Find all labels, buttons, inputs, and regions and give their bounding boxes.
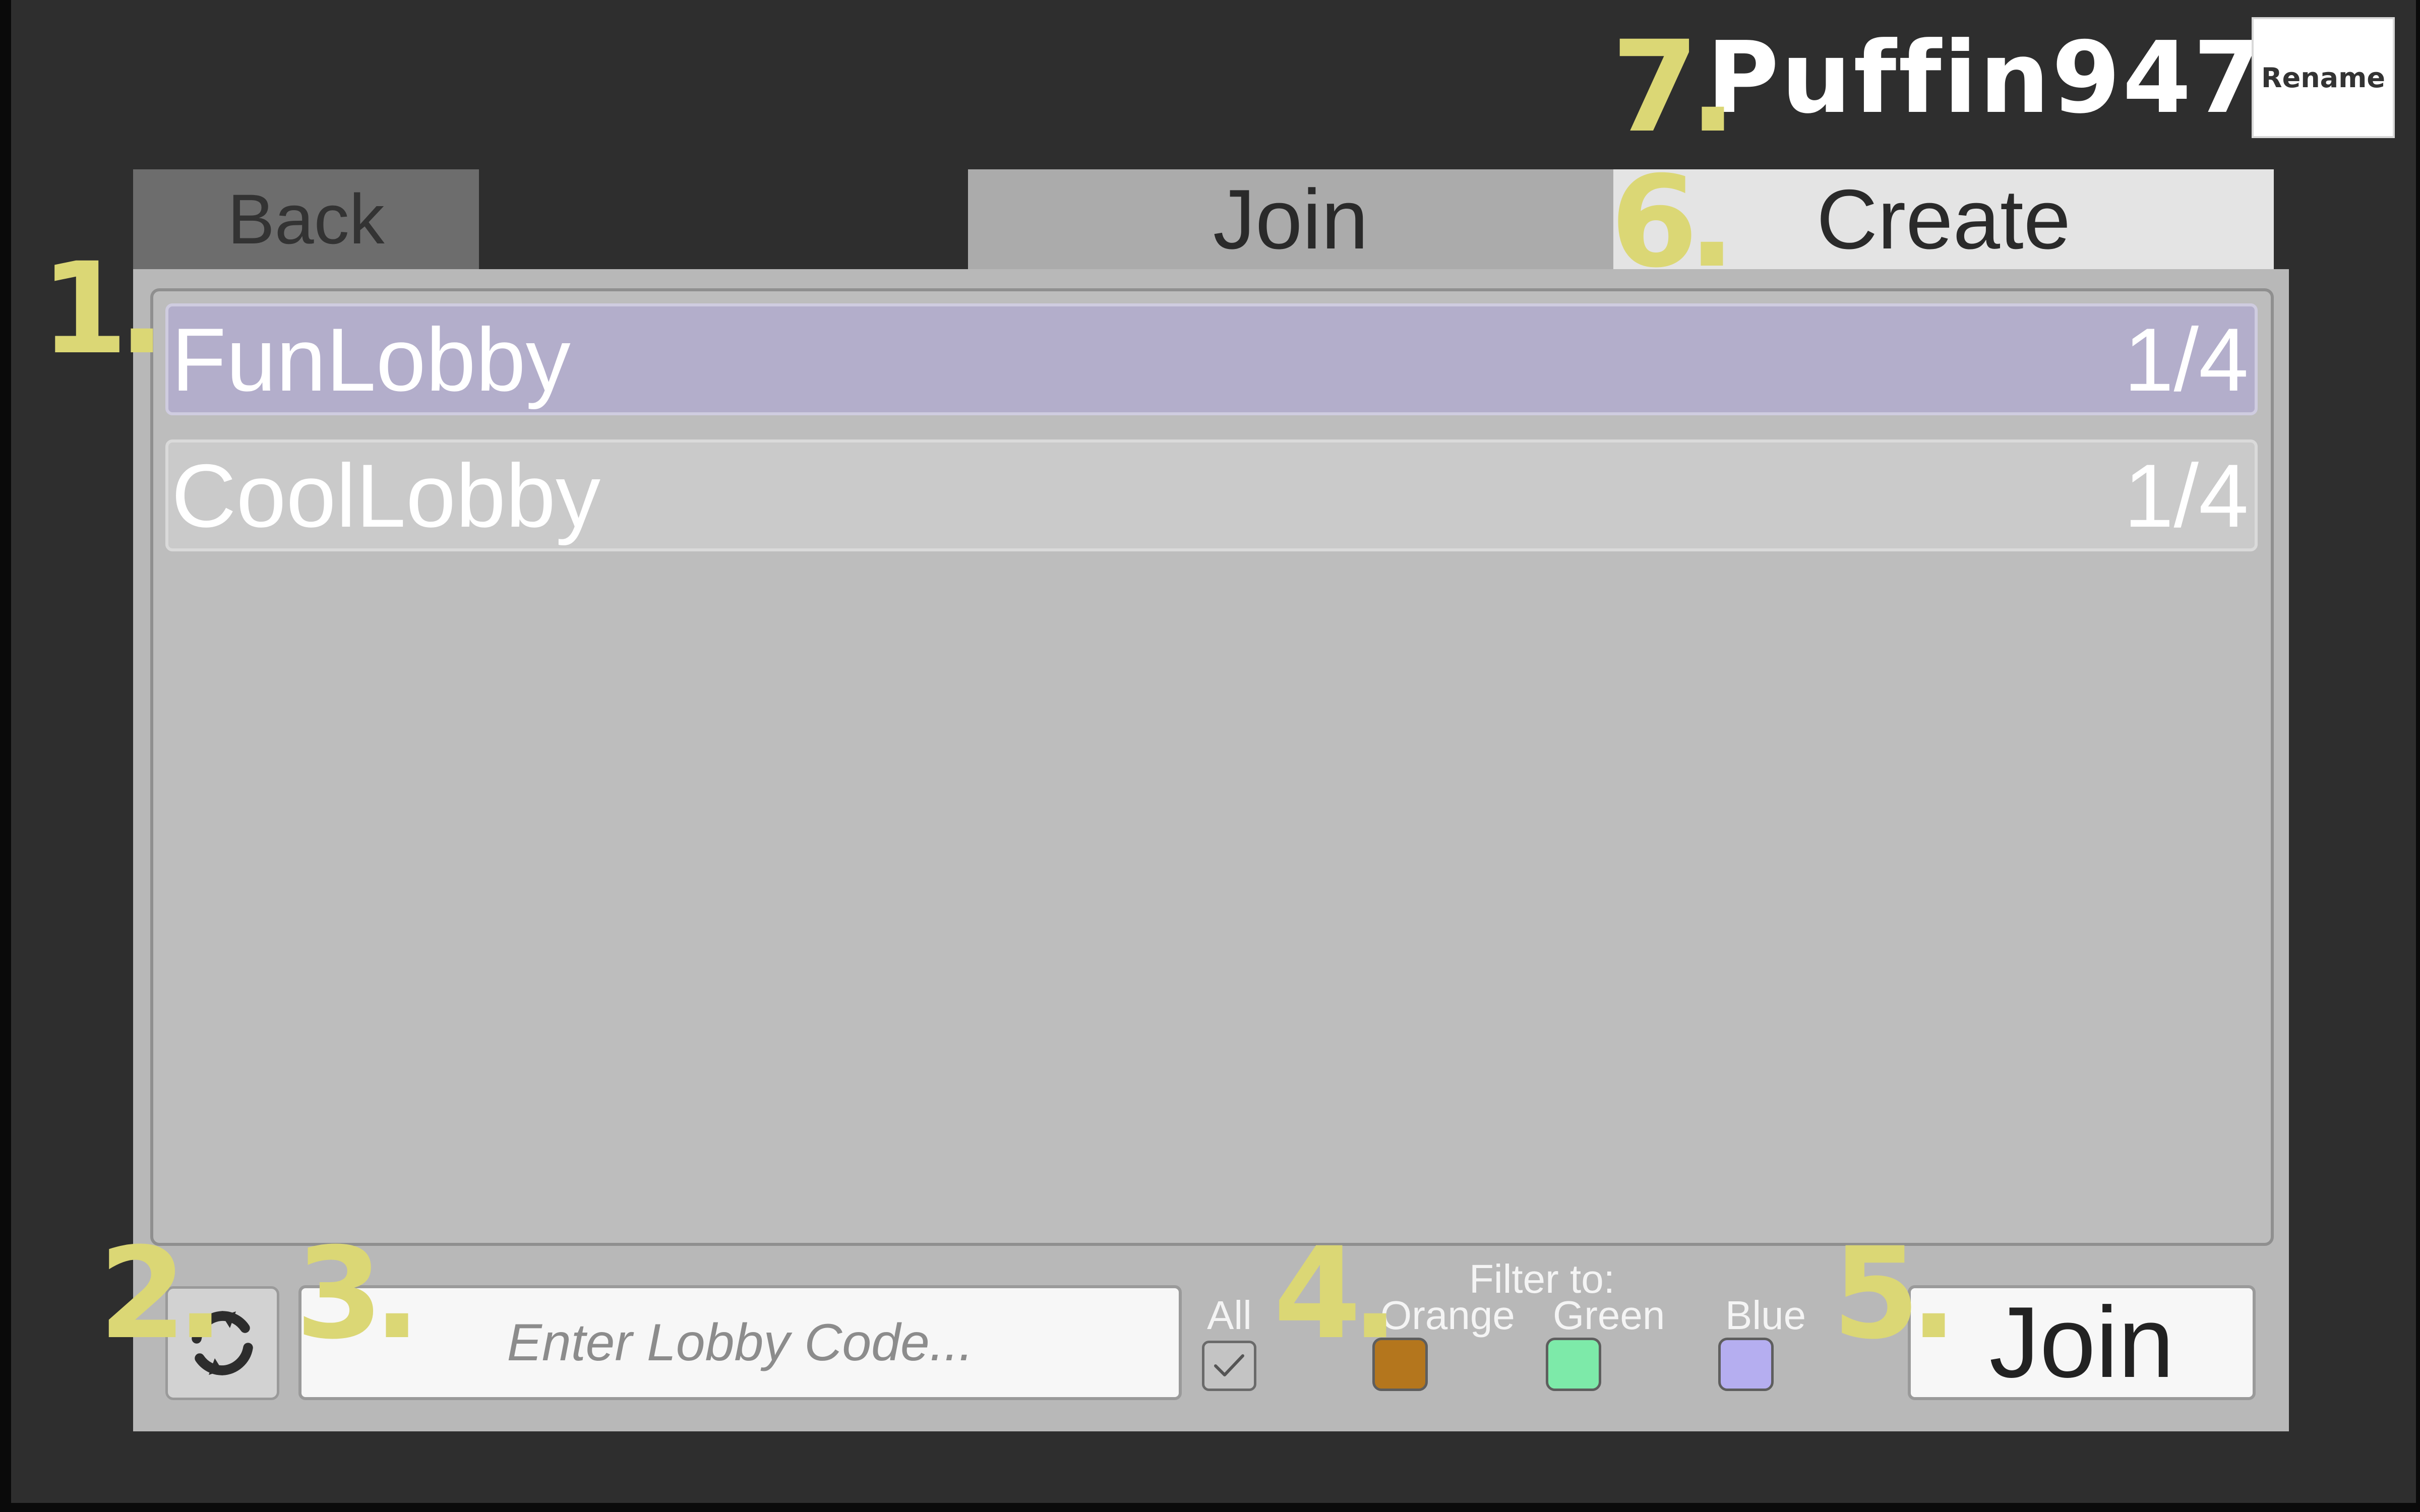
filter-blue-toggle[interactable]	[1718, 1338, 1774, 1391]
annotation-marker-7: 7.	[1611, 14, 1737, 160]
filter-all-checkbox[interactable]	[1202, 1341, 1256, 1391]
annotation-marker-4: 4.	[1274, 1220, 1399, 1367]
lobby-name: FunLobby	[171, 309, 571, 410]
lobby-row-coollobby[interactable]: CoolLobby 1/4	[165, 439, 2258, 551]
annotation-marker-2: 2.	[99, 1220, 224, 1367]
filter-all-label: All	[1207, 1293, 1252, 1338]
lobby-list	[150, 288, 2274, 1246]
rename-button[interactable]: Rename	[2252, 17, 2395, 138]
filter-blue-label: Blue	[1725, 1293, 1806, 1338]
annotation-marker-1: 1.	[40, 235, 166, 382]
lobby-row-funlobby[interactable]: FunLobby 1/4	[165, 303, 2258, 415]
annotation-marker-5: 5.	[1832, 1220, 1958, 1367]
lobby-player-count: 1/4	[2124, 309, 2249, 410]
filter-orange-label: Orange	[1380, 1293, 1515, 1338]
player-name: Puffin947	[1707, 21, 2264, 136]
lobby-code-input[interactable]	[298, 1285, 1182, 1400]
tab-join[interactable]: Join	[968, 169, 1613, 269]
checkmark-icon	[1214, 1354, 1244, 1376]
join-button[interactable]: Join	[1908, 1285, 2256, 1400]
filter-green-toggle[interactable]	[1546, 1338, 1601, 1391]
filter-green-label: Green	[1553, 1293, 1665, 1338]
lobby-player-count: 1/4	[2124, 445, 2249, 546]
lobby-name: CoolLobby	[171, 445, 601, 546]
back-button[interactable]: Back	[133, 169, 479, 269]
annotation-marker-3: 3.	[295, 1220, 421, 1367]
annotation-marker-6: 6.	[1610, 149, 1736, 295]
